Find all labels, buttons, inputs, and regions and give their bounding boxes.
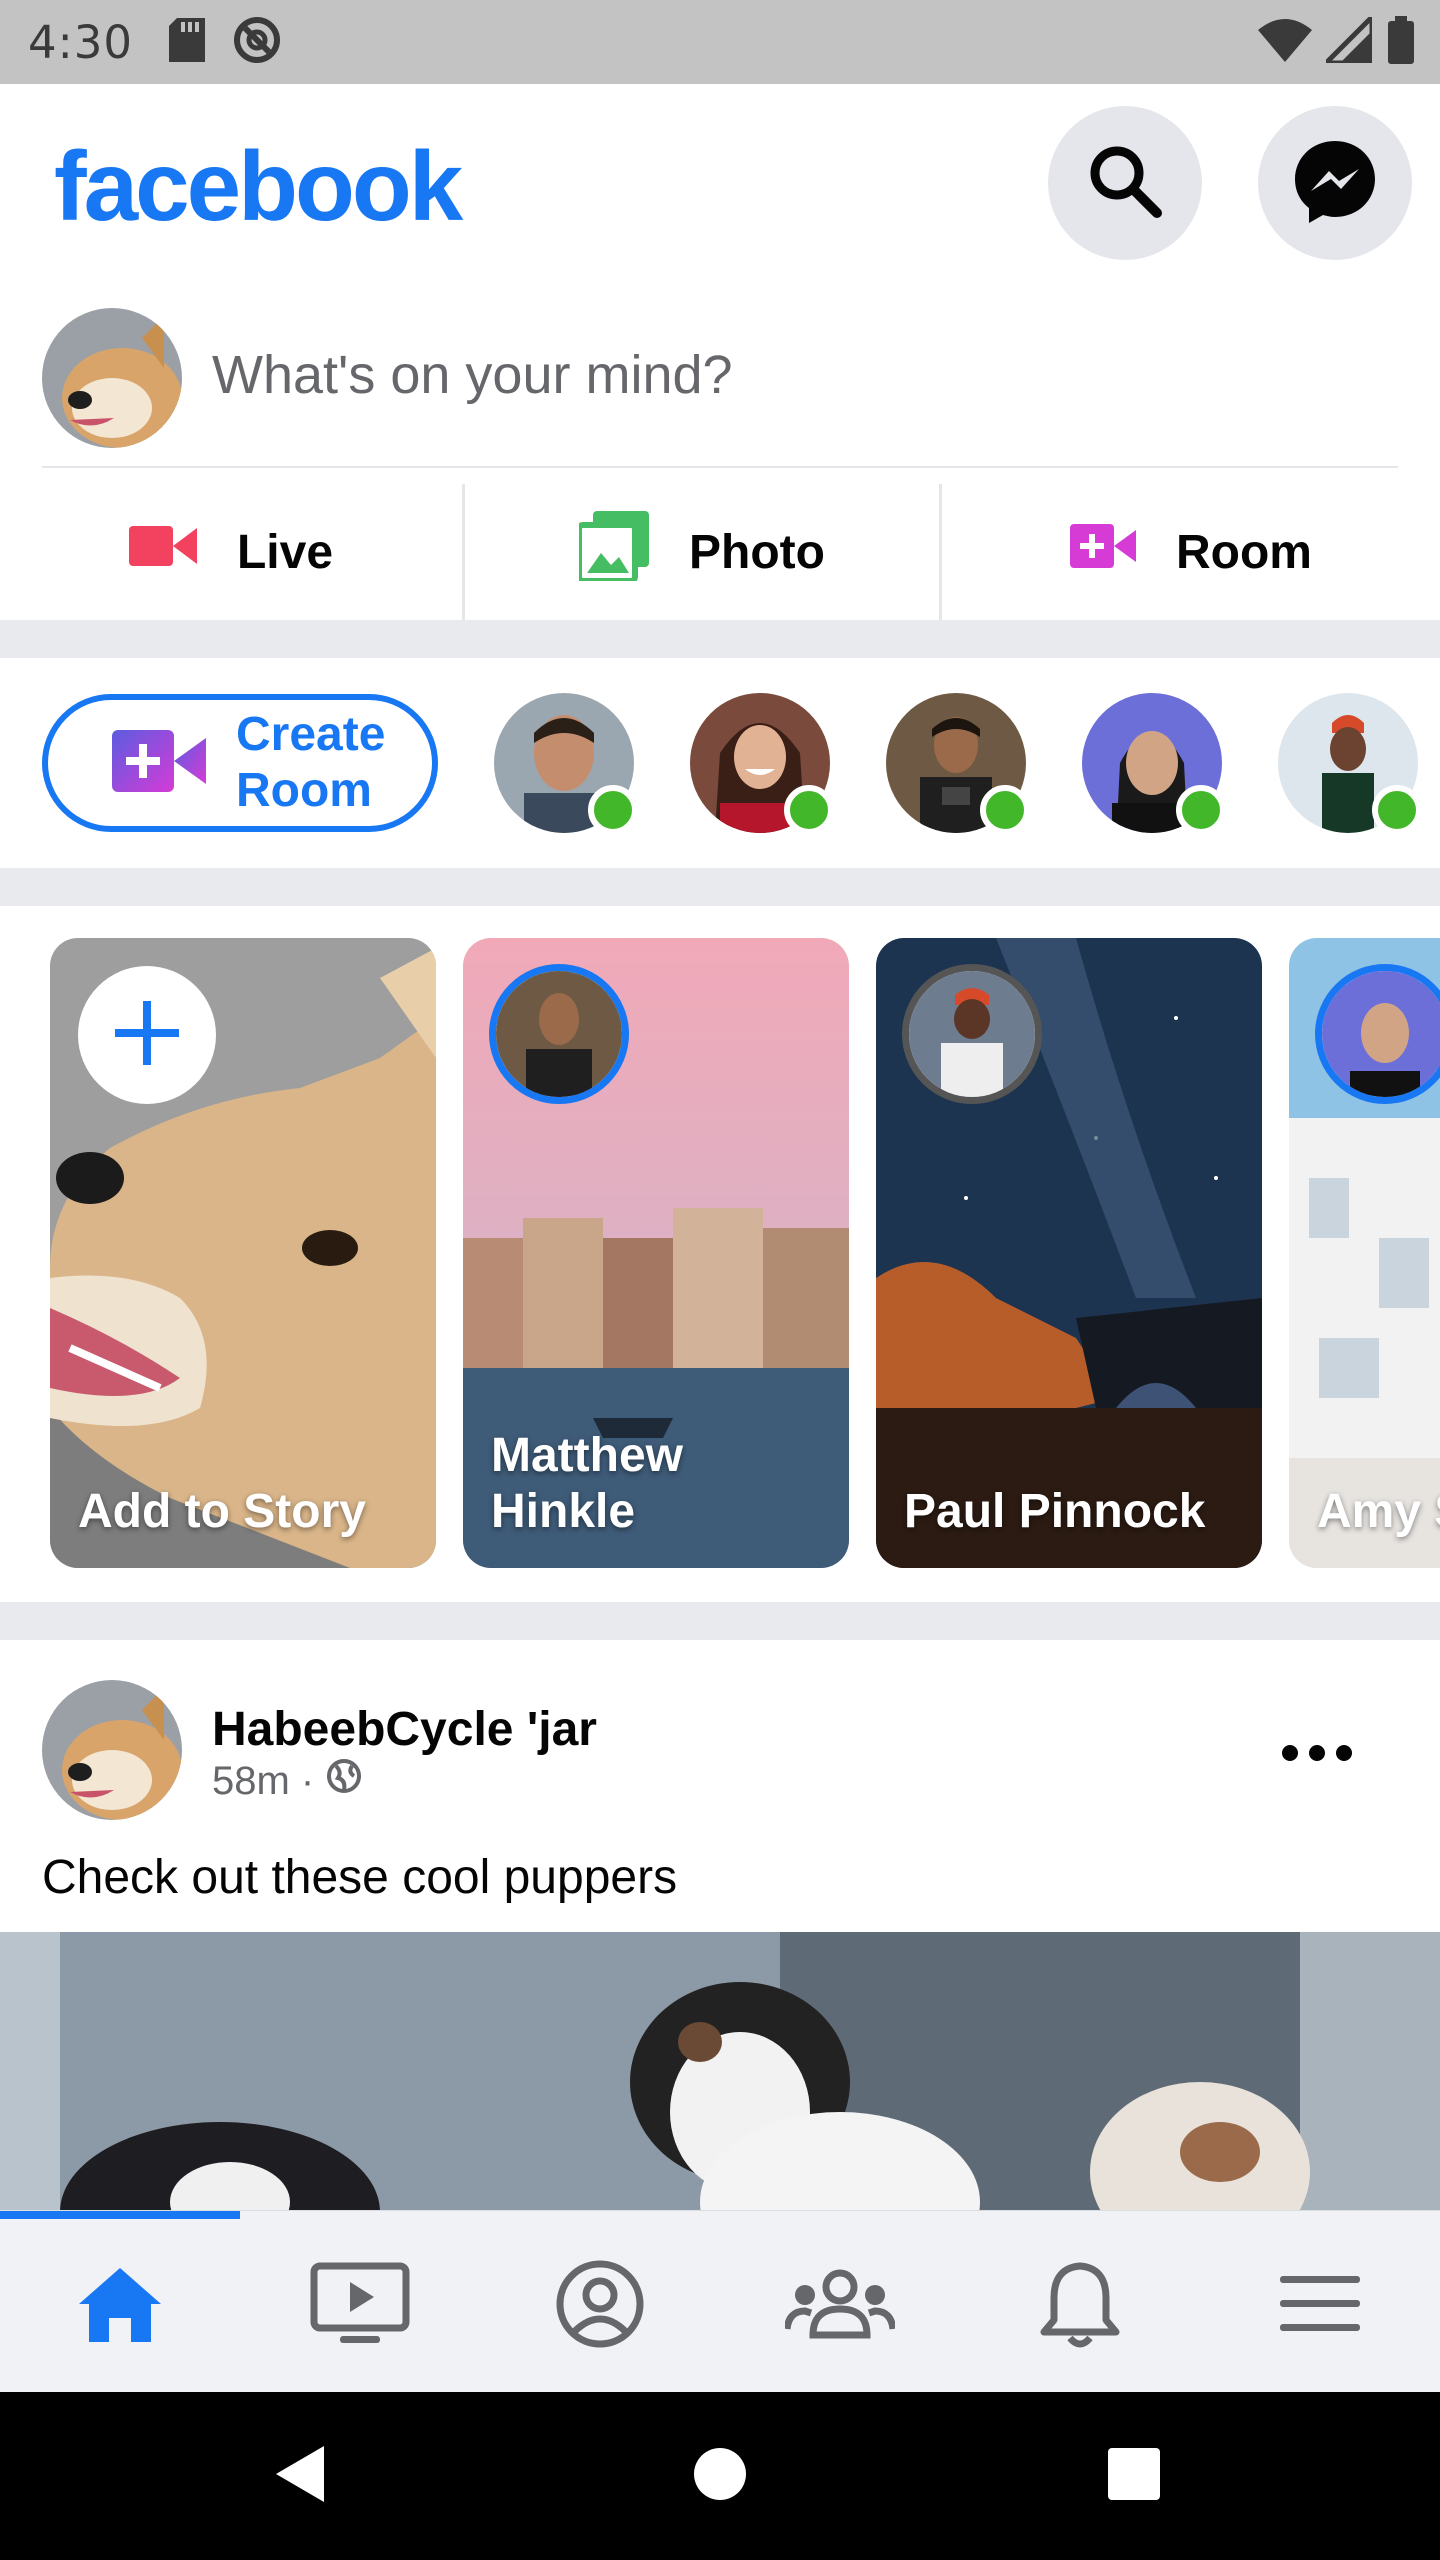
room-contact-avatar[interactable] [1278, 693, 1422, 835]
online-indicator [1176, 785, 1226, 835]
room-contact-avatar[interactable] [690, 693, 834, 835]
plus-icon [115, 1000, 179, 1070]
live-label: Live [236, 525, 334, 579]
story-name: Add to Story [78, 1485, 366, 1538]
online-indicator [1372, 785, 1422, 835]
post-author-avatar[interactable] [42, 1680, 182, 1820]
story-card[interactable]: Amy S [1289, 938, 1440, 1568]
groups-icon [783, 2269, 897, 2344]
system-recents-button[interactable] [1034, 2392, 1234, 2560]
tab-menu[interactable] [1200, 2219, 1440, 2393]
watch-icon [310, 2262, 410, 2351]
section-separator [0, 620, 1440, 658]
dot [1282, 1745, 1298, 1761]
feed-post: HabeebCycle 'jar 58m · Check out these c… [0, 1640, 1440, 2210]
tab-home[interactable] [0, 2219, 240, 2393]
battery-icon [1386, 15, 1416, 69]
tab-watch[interactable] [240, 2219, 480, 2393]
tab-notifications[interactable] [960, 2219, 1200, 2393]
signal-icon [1319, 10, 1375, 68]
menu-icon [1280, 2275, 1360, 2337]
post-image[interactable] [0, 1932, 1440, 2210]
create-room-button[interactable]: Create Room [42, 694, 438, 832]
story-name: Matthew Hinkle [491, 1429, 683, 1538]
sd-card-icon [169, 17, 206, 67]
search-button[interactable] [1048, 106, 1202, 260]
sync-disabled-icon [231, 14, 283, 71]
story-author-avatar [902, 964, 1042, 1104]
tab-profile[interactable] [480, 2219, 720, 2393]
profile-icon [555, 2259, 645, 2354]
room-icon [1070, 524, 1136, 580]
section-separator [0, 868, 1440, 906]
composer-input[interactable]: What's on your mind? [212, 344, 733, 406]
globe-icon [326, 1758, 362, 1804]
search-icon [1085, 141, 1165, 226]
post-timestamp: 58m · [212, 1758, 315, 1803]
dot [1336, 1745, 1352, 1761]
room-contact-avatar[interactable] [1082, 693, 1226, 835]
messenger-button[interactable] [1258, 106, 1412, 260]
story-name: Paul Pinnock [904, 1485, 1206, 1538]
photo-label: Photo [689, 525, 825, 579]
add-story-button[interactable] [78, 966, 216, 1104]
live-video-icon [128, 522, 197, 582]
live-button[interactable]: Live [0, 484, 462, 620]
notifications-icon [1040, 2258, 1120, 2355]
user-avatar[interactable] [42, 308, 182, 448]
room-contact-avatar[interactable] [886, 693, 1030, 835]
post-author-name[interactable]: HabeebCycle 'jar [212, 1702, 597, 1757]
bottom-navigation [0, 2210, 1440, 2392]
online-indicator [784, 785, 834, 835]
back-triangle-icon [272, 2442, 328, 2511]
home-circle-icon [693, 2447, 747, 2506]
more-options-button[interactable] [1282, 1738, 1352, 1768]
post-text: Check out these cool puppers [42, 1851, 678, 1904]
story-card[interactable]: Matthew Hinkle [463, 938, 849, 1568]
room-button[interactable]: Room [942, 484, 1440, 620]
add-story-card[interactable]: Add to Story [50, 938, 436, 1568]
story-author-avatar [489, 964, 629, 1104]
system-home-button[interactable] [620, 2392, 820, 2560]
post-composer: What's on your mind? Live Photo Room [0, 284, 1440, 620]
room-label: Room [1176, 525, 1312, 579]
photo-button[interactable]: Photo [465, 484, 939, 620]
stories-row: Add to Story Matthew Hinkle Paul Pinnock… [0, 906, 1440, 1602]
room-icon [112, 729, 206, 797]
tab-groups[interactable] [720, 2219, 960, 2393]
rooms-row: Create Room [0, 658, 1440, 868]
status-bar: 4:30 [0, 0, 1440, 84]
online-indicator [588, 785, 638, 835]
system-back-button[interactable] [200, 2392, 400, 2560]
status-time: 4:30 [28, 15, 134, 69]
online-indicator [980, 785, 1030, 835]
system-navigation-bar [0, 2392, 1440, 2560]
active-tab-indicator [0, 2211, 240, 2219]
facebook-logo[interactable]: facebook [54, 130, 463, 243]
dot [1309, 1745, 1325, 1761]
post-meta: 58m · [212, 1758, 362, 1804]
create-room-label: Create Room [236, 708, 386, 817]
divider [42, 466, 1398, 468]
messenger-icon [1291, 137, 1379, 230]
section-separator [0, 1602, 1440, 1640]
recents-square-icon [1107, 2447, 1161, 2506]
home-icon [75, 2264, 165, 2349]
story-name: Amy S [1317, 1485, 1440, 1538]
room-contact-avatar[interactable] [494, 693, 638, 835]
app-header: facebook [0, 84, 1440, 284]
story-card[interactable]: Paul Pinnock [876, 938, 1262, 1568]
photo-icon [576, 511, 650, 593]
wifi-icon [1258, 18, 1312, 67]
